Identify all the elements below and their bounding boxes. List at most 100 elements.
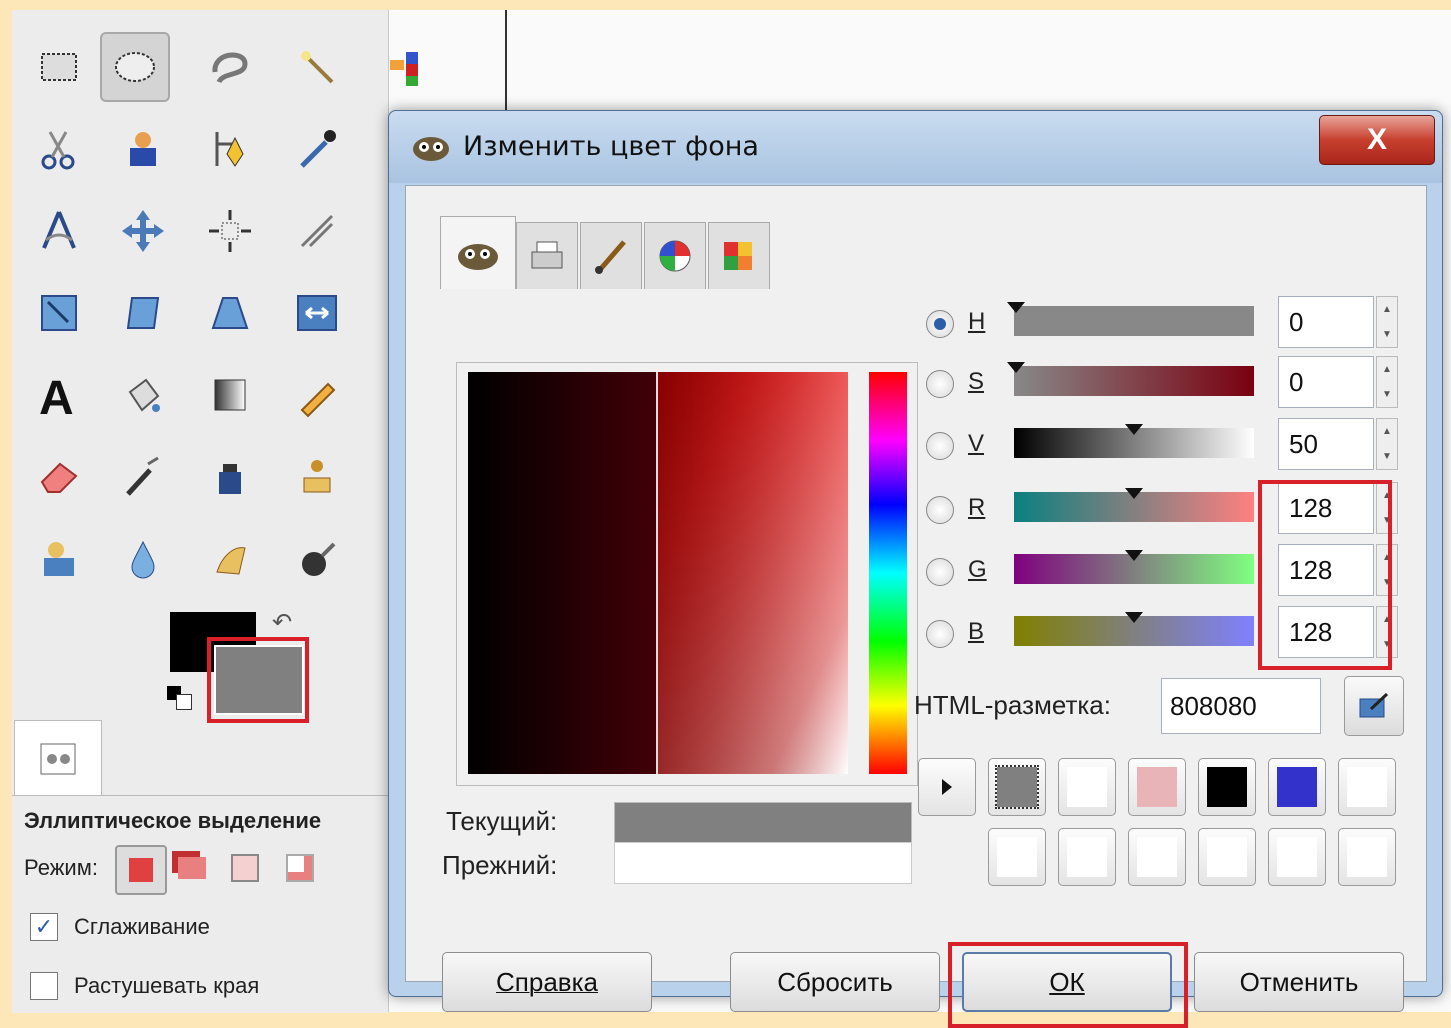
history-swatch[interactable] — [1058, 828, 1116, 886]
tab-gimp-selector[interactable] — [440, 216, 516, 289]
ellipse-select-icon[interactable] — [100, 32, 170, 102]
scissors-icon[interactable] — [24, 114, 94, 184]
radio-g[interactable] — [926, 558, 954, 586]
history-swatch[interactable] — [1338, 828, 1396, 886]
close-button[interactable]: X — [1319, 115, 1435, 165]
dodge-burn-icon[interactable] — [282, 524, 352, 594]
tab-color-wheel[interactable] — [644, 222, 706, 289]
paths-icon[interactable] — [195, 114, 265, 184]
slider-h[interactable] — [1014, 306, 1254, 336]
clone-icon[interactable] — [282, 442, 352, 512]
mode-subtract-button[interactable] — [225, 848, 265, 888]
shear-icon[interactable] — [108, 278, 178, 348]
rect-select-icon[interactable] — [24, 32, 94, 102]
blend-icon[interactable] — [195, 360, 265, 430]
heal-icon[interactable] — [24, 524, 94, 594]
current-color-swatch — [614, 802, 912, 844]
saturation-value-area-left[interactable] — [468, 372, 658, 774]
tab-watercolor[interactable] — [580, 222, 642, 289]
feather-row[interactable]: Растушевать края — [30, 972, 259, 1000]
dialog-titlebar[interactable]: Изменить цвет фона X — [389, 111, 1442, 183]
tab-cmyk[interactable] — [516, 222, 578, 289]
eyedropper-icon — [1359, 692, 1389, 718]
dialog-title: Изменить цвет фона — [463, 131, 759, 162]
blur-icon[interactable] — [108, 524, 178, 594]
antialias-row[interactable]: ✓ Сглаживание — [30, 913, 210, 941]
align-icon[interactable] — [195, 196, 265, 266]
text-tool-icon[interactable]: A — [24, 360, 94, 430]
mode-add-button[interactable] — [172, 848, 212, 888]
ink-icon[interactable] — [195, 442, 265, 512]
default-colors-bg-icon[interactable] — [176, 694, 192, 710]
slider-s-marker[interactable] — [1007, 362, 1025, 373]
history-swatch[interactable] — [1268, 758, 1326, 816]
html-notation-input[interactable]: 808080 — [1161, 678, 1321, 734]
slider-s[interactable] — [1014, 366, 1254, 396]
cancel-button[interactable]: Отменить — [1194, 952, 1404, 1012]
color-picker-button[interactable] — [1344, 676, 1404, 736]
foreground-select-icon[interactable] — [108, 114, 178, 184]
tool-options-tab[interactable] — [14, 720, 102, 797]
history-swatch[interactable] — [1128, 828, 1186, 886]
history-swatch[interactable] — [1198, 828, 1256, 886]
history-swatch[interactable] — [988, 828, 1046, 886]
radio-r[interactable] — [926, 496, 954, 524]
mode-intersect-button[interactable] — [280, 848, 320, 888]
mode-replace-button[interactable] — [115, 845, 167, 895]
previous-color-swatch[interactable] — [614, 842, 912, 884]
wilber-icon — [458, 244, 498, 270]
eraser-icon[interactable] — [24, 442, 94, 512]
sv-shade — [658, 372, 848, 774]
antialias-label: Сглаживание — [74, 914, 210, 939]
history-swatch[interactable] — [1268, 828, 1326, 886]
color-wheel-icon — [659, 240, 691, 272]
history-swatch[interactable] — [988, 758, 1046, 816]
measure-icon[interactable] — [24, 196, 94, 266]
spin-h-arrows[interactable]: ▲ ▼ — [1376, 296, 1398, 348]
history-swatch[interactable] — [1198, 758, 1256, 816]
crop-icon[interactable] — [282, 196, 352, 266]
spin-s[interactable]: 0 — [1278, 356, 1374, 408]
slider-v-marker[interactable] — [1125, 424, 1143, 435]
history-swatch[interactable] — [1058, 758, 1116, 816]
radio-b[interactable] — [926, 620, 954, 648]
pencil-icon[interactable] — [282, 360, 352, 430]
history-swatch[interactable] — [1338, 758, 1396, 816]
palette-icon — [724, 242, 752, 270]
fuzzy-select-icon[interactable] — [282, 32, 352, 102]
slider-h-marker[interactable] — [1007, 302, 1025, 313]
help-button[interactable]: Справка — [442, 952, 652, 1012]
swap-colors-icon[interactable]: ↶ — [272, 608, 292, 637]
spin-s-arrows[interactable]: ▲ ▼ — [1376, 356, 1398, 408]
highlight-background-color — [207, 637, 309, 723]
spin-h[interactable]: 0 — [1278, 296, 1374, 348]
spin-v[interactable]: 50 — [1278, 418, 1374, 470]
radio-v[interactable] — [926, 432, 954, 460]
slider-r-marker[interactable] — [1125, 488, 1143, 499]
perspective-icon[interactable] — [195, 278, 265, 348]
tab-palette[interactable] — [708, 222, 770, 289]
radio-h[interactable] — [926, 310, 954, 338]
move-icon[interactable] — [108, 196, 178, 266]
rotate-icon[interactable] — [24, 278, 94, 348]
highlight-ok-button — [948, 942, 1188, 1028]
reset-button[interactable]: Сбросить — [730, 952, 940, 1012]
spin-v-arrows[interactable]: ▲ ▼ — [1376, 418, 1398, 470]
html-notation-label: HTML-разметка: — [914, 690, 1111, 720]
radio-s[interactable] — [926, 370, 954, 398]
history-expand-button[interactable] — [918, 758, 976, 816]
slider-b-marker[interactable] — [1125, 612, 1143, 623]
airbrush-icon[interactable] — [108, 442, 178, 512]
hue-strip[interactable] — [869, 372, 907, 774]
smudge-icon[interactable] — [195, 524, 265, 594]
slider-g-marker[interactable] — [1125, 550, 1143, 561]
current-label: Текущий: — [446, 806, 558, 836]
bucket-fill-icon[interactable] — [108, 360, 178, 430]
feather-checkbox[interactable] — [30, 972, 58, 1000]
history-swatch[interactable] — [1128, 758, 1186, 816]
color-picker-icon[interactable] — [282, 114, 352, 184]
select-by-color-icon[interactable] — [370, 32, 440, 102]
free-select-icon[interactable] — [195, 32, 265, 102]
flip-icon[interactable] — [282, 278, 352, 348]
antialias-checkbox[interactable]: ✓ — [30, 913, 58, 941]
